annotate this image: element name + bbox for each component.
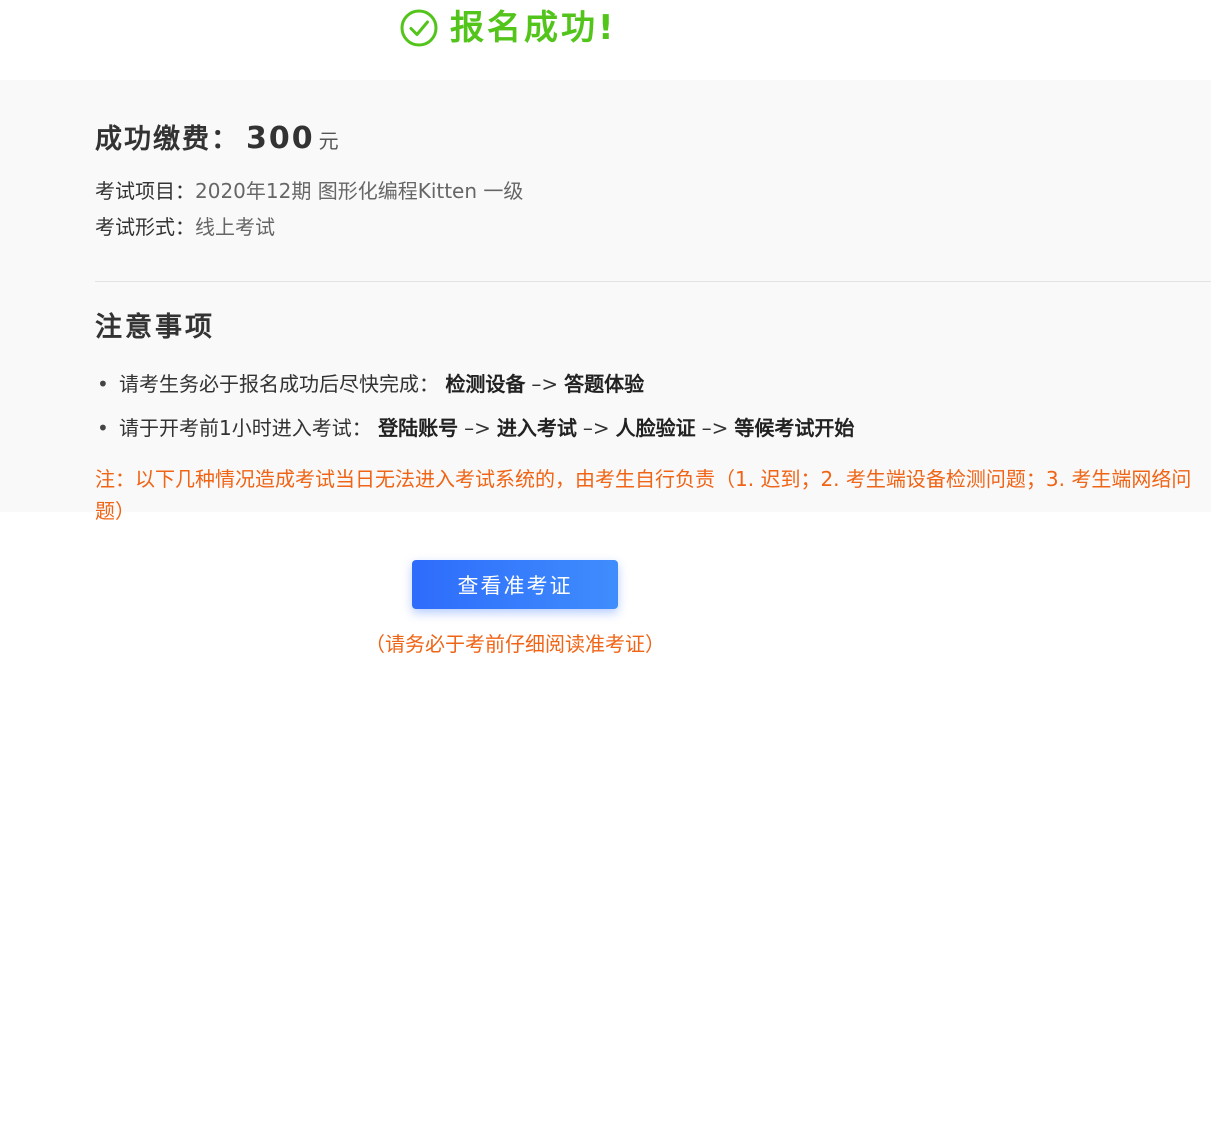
payment-summary: 成功缴费： 300 元 — [95, 119, 339, 163]
notice-step: 人脸验证 — [615, 416, 696, 440]
bullet-icon: • — [97, 416, 109, 440]
exam-project-label: 考试项目： — [95, 179, 195, 203]
payment-label: 成功缴费： — [95, 124, 240, 155]
exam-format-row: 考试形式：线上考试 — [95, 213, 275, 241]
check-circle-icon — [400, 9, 438, 47]
notice-item: • 请于开考前1小时进入考试： 登陆账号 –> 进入考试 –> 人脸验证 –> 等候考试开始 — [97, 413, 854, 443]
exam-project-value: 2020年12期 图形化编程Kitten 一级 — [195, 179, 524, 203]
notice-step: 进入考试 — [496, 416, 577, 440]
exam-format-label: 考试形式： — [95, 215, 195, 239]
notice-step: 检测设备 — [445, 372, 526, 396]
payment-amount: 300 — [246, 121, 315, 156]
notice-title: 注意事项 — [95, 312, 215, 343]
payment-unit: 元 — [318, 129, 339, 153]
registration-success-page: 报名成功! 成功缴费： 300 元 考试项目：2020年12期 图形化编程Kitte… — [0, 0, 1225, 1127]
arrow-icon: –> — [582, 416, 610, 440]
success-title: 报名成功! — [450, 8, 617, 48]
notice-item: • 请考生务必于报名成功后尽快完成： 检测设备 –> 答题体验 — [97, 369, 644, 399]
notice-step: 答题体验 — [564, 372, 645, 396]
notice-step: 等候考试开始 — [734, 416, 855, 440]
notice-item-text: 请于开考前1小时进入考试： — [119, 416, 372, 440]
bullet-icon: • — [97, 372, 109, 396]
arrow-icon: –> — [531, 372, 559, 396]
notice-item-text: 请考生务必于报名成功后尽快完成： — [119, 372, 439, 396]
success-header: 报名成功! — [400, 8, 617, 48]
exam-format-value: 线上考试 — [195, 215, 275, 239]
view-admission-ticket-button[interactable]: 查看准考证 — [412, 560, 618, 609]
warning-note: 注：以下几种情况造成考试当日无法进入考试系统的，由考生自行负责（1. 迟到；2.… — [95, 467, 1192, 523]
section-divider — [95, 281, 1211, 282]
exam-project-row: 考试项目：2020年12期 图形化编程Kitten 一级 — [95, 177, 523, 205]
arrow-icon: –> — [701, 416, 729, 440]
arrow-icon: –> — [464, 416, 491, 440]
notice-step: 登陆账号 — [378, 416, 459, 440]
admission-ticket-hint: （请务必于考前仔细阅读准考证） — [365, 632, 665, 656]
